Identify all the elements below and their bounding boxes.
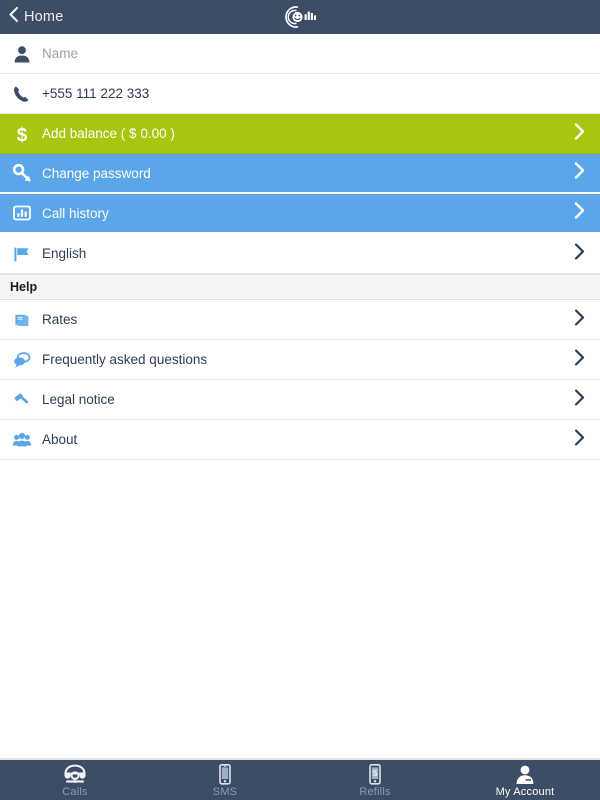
row-name-label: Name [42,46,79,61]
key-icon [8,159,36,187]
mobile-phone-icon [217,764,233,785]
svg-text:$: $ [373,768,378,778]
tab-calls[interactable]: Calls [0,760,150,800]
row-phone-label: +555 111 222 333 [42,86,150,101]
row-about-label: About [42,432,78,447]
row-legal-notice[interactable]: Legal notice [0,380,600,420]
row-call-history-label: Call history [42,205,109,221]
svg-text:$: $ [17,125,28,145]
row-phone[interactable]: +555 111 222 333 [0,74,600,114]
app-root: Home Name +555 111 222 333 $ Add balance… [0,0,600,800]
row-language[interactable]: English [0,234,600,274]
tab-my-account-label: My Account [495,786,555,798]
chevron-right-icon [573,161,586,186]
tab-calls-label: Calls [62,786,88,798]
tab-sms[interactable]: SMS [150,760,300,800]
tab-my-account[interactable]: My Account [450,760,600,800]
row-language-label: English [42,246,87,261]
group-icon [8,426,36,454]
bottom-tab-bar: Calls SMS $ Refills My Account [0,758,600,800]
phone-icon [8,80,36,108]
gavel-icon [8,386,36,414]
section-header-help: Help [0,274,600,300]
section-header-help-label: Help [10,280,38,294]
tab-refills-label: Refills [359,786,391,798]
settings-list: Name +555 111 222 333 $ Add balance ( $ … [0,34,600,460]
row-add-balance[interactable]: $ Add balance ( $ 0.00 ) [0,114,600,154]
flag-icon [8,240,36,268]
chevron-right-icon [573,241,586,266]
row-change-password-label: Change password [42,165,151,181]
chevron-right-icon [573,307,586,332]
row-name[interactable]: Name [0,34,600,74]
person-icon [8,40,36,68]
empty-area [0,460,600,756]
telephone-icon [61,764,89,785]
chevron-right-icon [573,427,586,452]
row-legal-notice-label: Legal notice [42,392,115,407]
app-header: Home [0,0,600,34]
book-icon [8,306,36,334]
row-call-history[interactable]: Call history [0,194,600,234]
speech-bubbles-icon [8,346,36,374]
chevron-right-icon [573,121,586,146]
person-icon [514,764,536,785]
brand-logo-icon [277,5,323,29]
refill-phone-icon: $ [367,764,383,785]
row-add-balance-label: Add balance ( $ 0.00 ) [42,126,175,141]
chevron-right-icon [573,201,586,226]
tab-sms-label: SMS [212,786,238,798]
chevron-right-icon [573,387,586,412]
back-button-label: Home [24,9,64,25]
row-rates-label: Rates [42,312,78,327]
tab-refills[interactable]: $ Refills [300,760,450,800]
row-rates[interactable]: Rates [0,300,600,340]
row-about[interactable]: About [0,420,600,460]
row-change-password[interactable]: Change password [0,154,600,194]
row-faq-label: Frequently asked questions [42,352,208,367]
back-chevron-icon [8,6,19,28]
bar-chart-icon [8,199,36,227]
row-faq[interactable]: Frequently asked questions [0,340,600,380]
dollar-icon: $ [8,120,36,148]
back-button[interactable]: Home [0,6,63,28]
chevron-right-icon [573,347,586,372]
